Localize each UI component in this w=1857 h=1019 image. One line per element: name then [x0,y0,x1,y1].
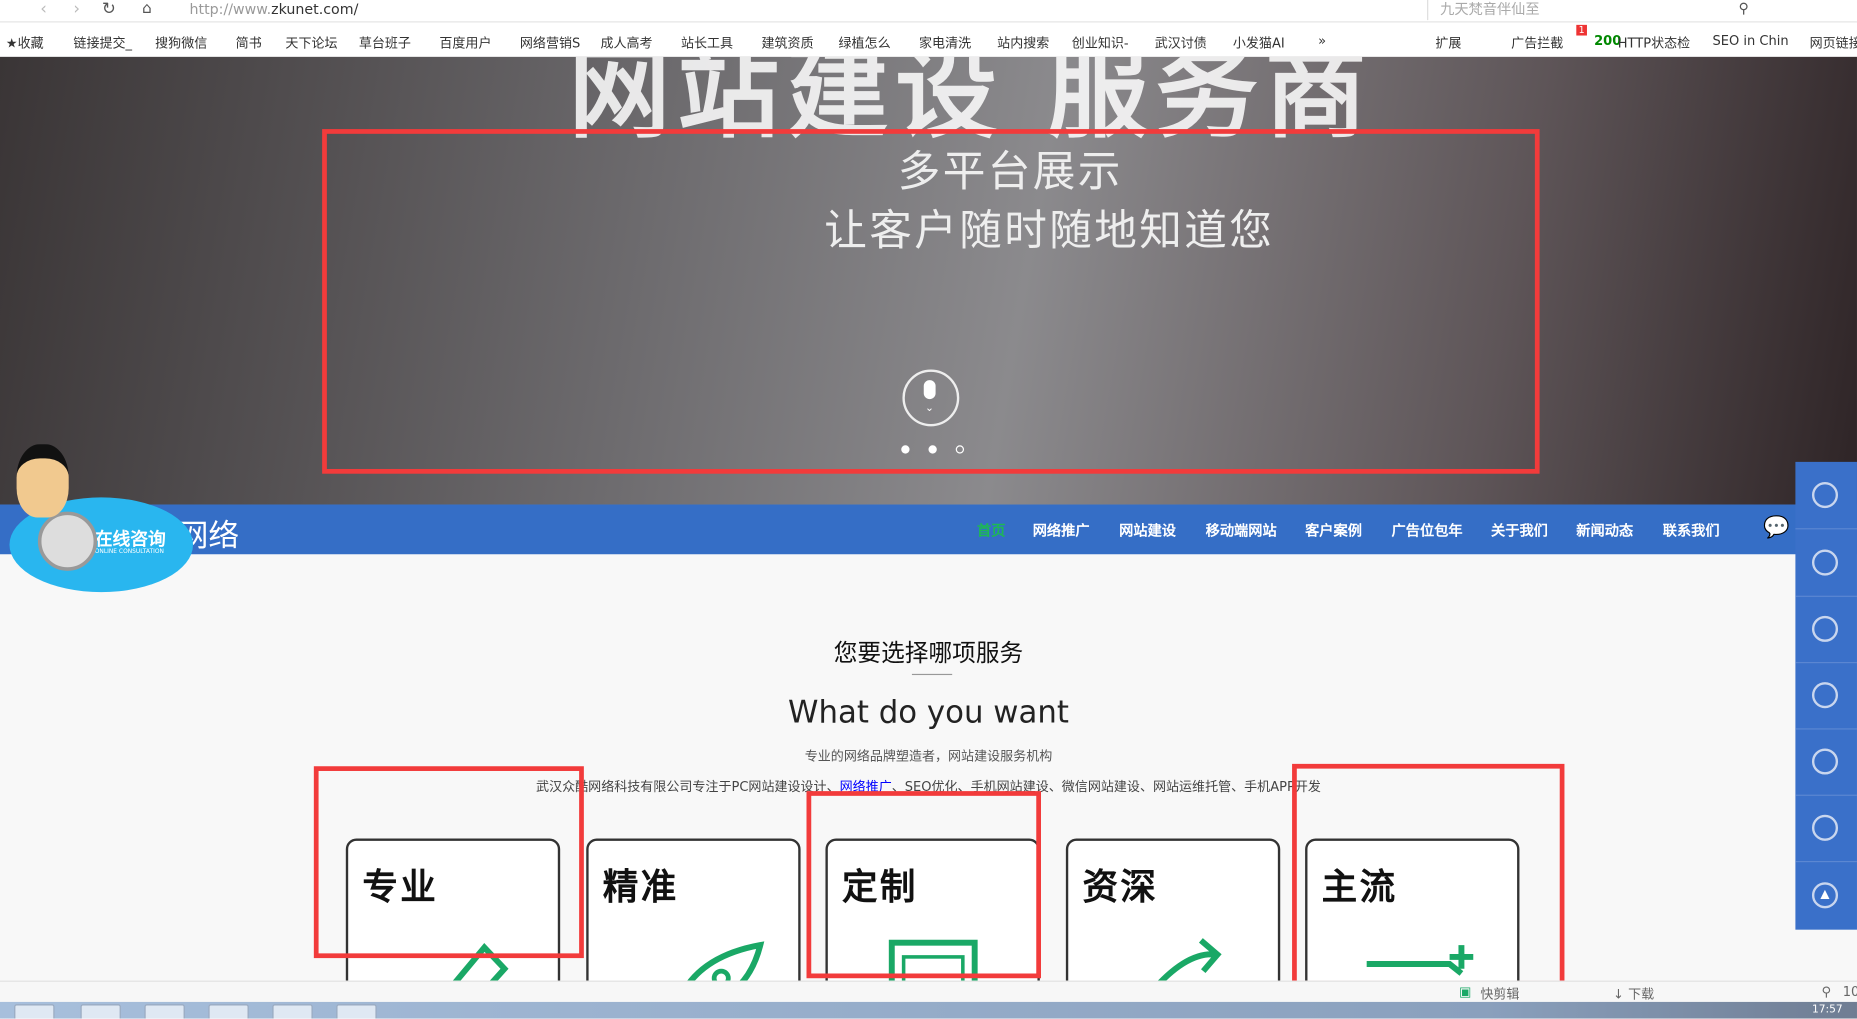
bookmark[interactable]: 搜狗微信 [155,33,207,52]
bookmarks-bar: ★收藏 链接提交_ 搜狗微信 简书 天下论坛 草台班子 百度用户 网络营销S 成… [0,22,1857,57]
annotation-box [313,766,584,959]
bookmark[interactable]: 绿植怎么 [838,33,890,52]
bookmark[interactable]: 天下论坛 [285,33,337,52]
zoom-icon[interactable]: ⚲ [1821,984,1831,999]
bookmark[interactable]: 链接提交_ [73,33,132,52]
bookmark[interactable]: ★收藏 [6,33,44,52]
bookmark[interactable]: 草台班子 [359,33,411,52]
bookmark[interactable]: 站长工具 [681,33,733,52]
zoom-level[interactable]: 10 [1843,984,1857,999]
back-icon[interactable]: ‹ [40,0,47,19]
services-title: 您要选择哪项服务 [833,638,1024,667]
screen: ‹ › ↻ ⌂ http://www.zkunet.com/ 九天梵音伴仙至 ⚲… [0,0,1857,1019]
bookmark[interactable]: 网页链接 [1810,33,1857,52]
clip-button[interactable]: 快剪辑 [1480,984,1519,1003]
nav-item-home[interactable]: 首页 [977,520,1005,540]
more-bookmarks-button[interactable]: » [1318,33,1326,48]
forward-icon[interactable]: › [73,0,80,19]
bookmark[interactable]: 武汉讨债 [1155,33,1207,52]
services-subtitle: 专业的网络品牌塑造者，网站建设服务机构 [804,748,1053,764]
annotation-box [1292,763,1565,986]
nav-item[interactable]: 联系我们 [1663,520,1720,540]
bookmark[interactable]: 建筑资质 [762,33,814,52]
annotation-box [322,129,1540,474]
url-input[interactable]: http://www.zkunet.com/ [189,1,358,18]
nav-item[interactable]: 移动端网站 [1206,520,1277,540]
nav-item[interactable]: 新闻动态 [1576,520,1633,540]
clip-icon[interactable]: ▣ [1459,984,1471,999]
address-bar: ‹ › ↻ ⌂ http://www.zkunet.com/ 九天梵音伴仙至 ⚲ [0,0,1857,23]
nav-item[interactable]: 广告位包年 [1392,520,1463,540]
bookmark[interactable]: 成人高考 [600,33,652,52]
bookmark[interactable]: 网络营销S [520,33,580,52]
clock-icon [37,511,98,571]
nav-item[interactable]: 网站建设 [1119,520,1176,540]
home-icon[interactable]: ⌂ [142,0,152,18]
bookmark[interactable]: HTTP状态检 [1618,33,1690,52]
nav-item[interactable]: 网络推广 [1033,520,1090,540]
bookmark[interactable]: 百度用户 [439,33,491,52]
taskbar-app[interactable] [14,1004,55,1019]
adblock-button[interactable]: 广告拦截 [1511,33,1563,52]
taskbar-app[interactable] [80,1004,121,1019]
reload-icon[interactable]: ↻ [102,0,116,19]
search-input[interactable]: 九天梵音伴仙至 [1427,0,1772,21]
phone-icon[interactable] [1811,482,1839,509]
bookmark[interactable]: 家电清洗 [919,33,971,52]
browser-status-bar: ▣ 快剪辑 ↓ 下载 ⚲ 10 [0,980,1857,1004]
site-nav: 网络 首页 网络推广 网站建设 移动端网站 客户案例 广告位包年 关于我们 新闻… [0,504,1857,555]
clock[interactable]: 17:57 [1812,1004,1843,1016]
search-icon[interactable]: ⚲ [1739,0,1749,17]
taskbar-app[interactable] [208,1004,249,1019]
taskbar-app[interactable] [272,1004,313,1019]
qq-icon[interactable] [1811,549,1839,576]
download-button[interactable]: ↓ 下载 [1613,984,1654,1003]
taskbar: 17:57 [0,1001,1857,1019]
service-card[interactable]: 资深 [1065,838,1281,1005]
bookmark[interactable]: 站内搜索 [997,33,1049,52]
wechat-icon[interactable]: 💬 [1763,515,1790,540]
divider [911,673,953,676]
bookmark[interactable]: 简书 [236,33,262,52]
nav-item[interactable]: 客户案例 [1305,520,1362,540]
bookmark[interactable]: 创业知识- [1072,33,1129,52]
annotation-box [806,791,1041,979]
services-en-title: What do you want [788,695,1069,731]
consult-title: 在线咨询 [94,528,166,550]
bookmark[interactable]: 小发猫AI [1233,33,1285,52]
qq-icon[interactable] [1811,814,1839,841]
consult-subtitle: ONLINE CONSULTATION [94,548,164,556]
service-card[interactable]: 精准 [586,838,801,1005]
nav-item[interactable]: 关于我们 [1491,520,1548,540]
taskbar-app[interactable] [336,1004,377,1019]
extensions-button[interactable]: 扩展 [1435,33,1461,52]
adblock-badge: 1 [1576,24,1588,36]
back-to-top-icon[interactable]: ▲ [1811,882,1839,909]
bookmark[interactable]: SEO in Chin [1712,33,1788,48]
taskbar-app[interactable] [144,1004,185,1019]
mascot-avatar [16,444,69,518]
